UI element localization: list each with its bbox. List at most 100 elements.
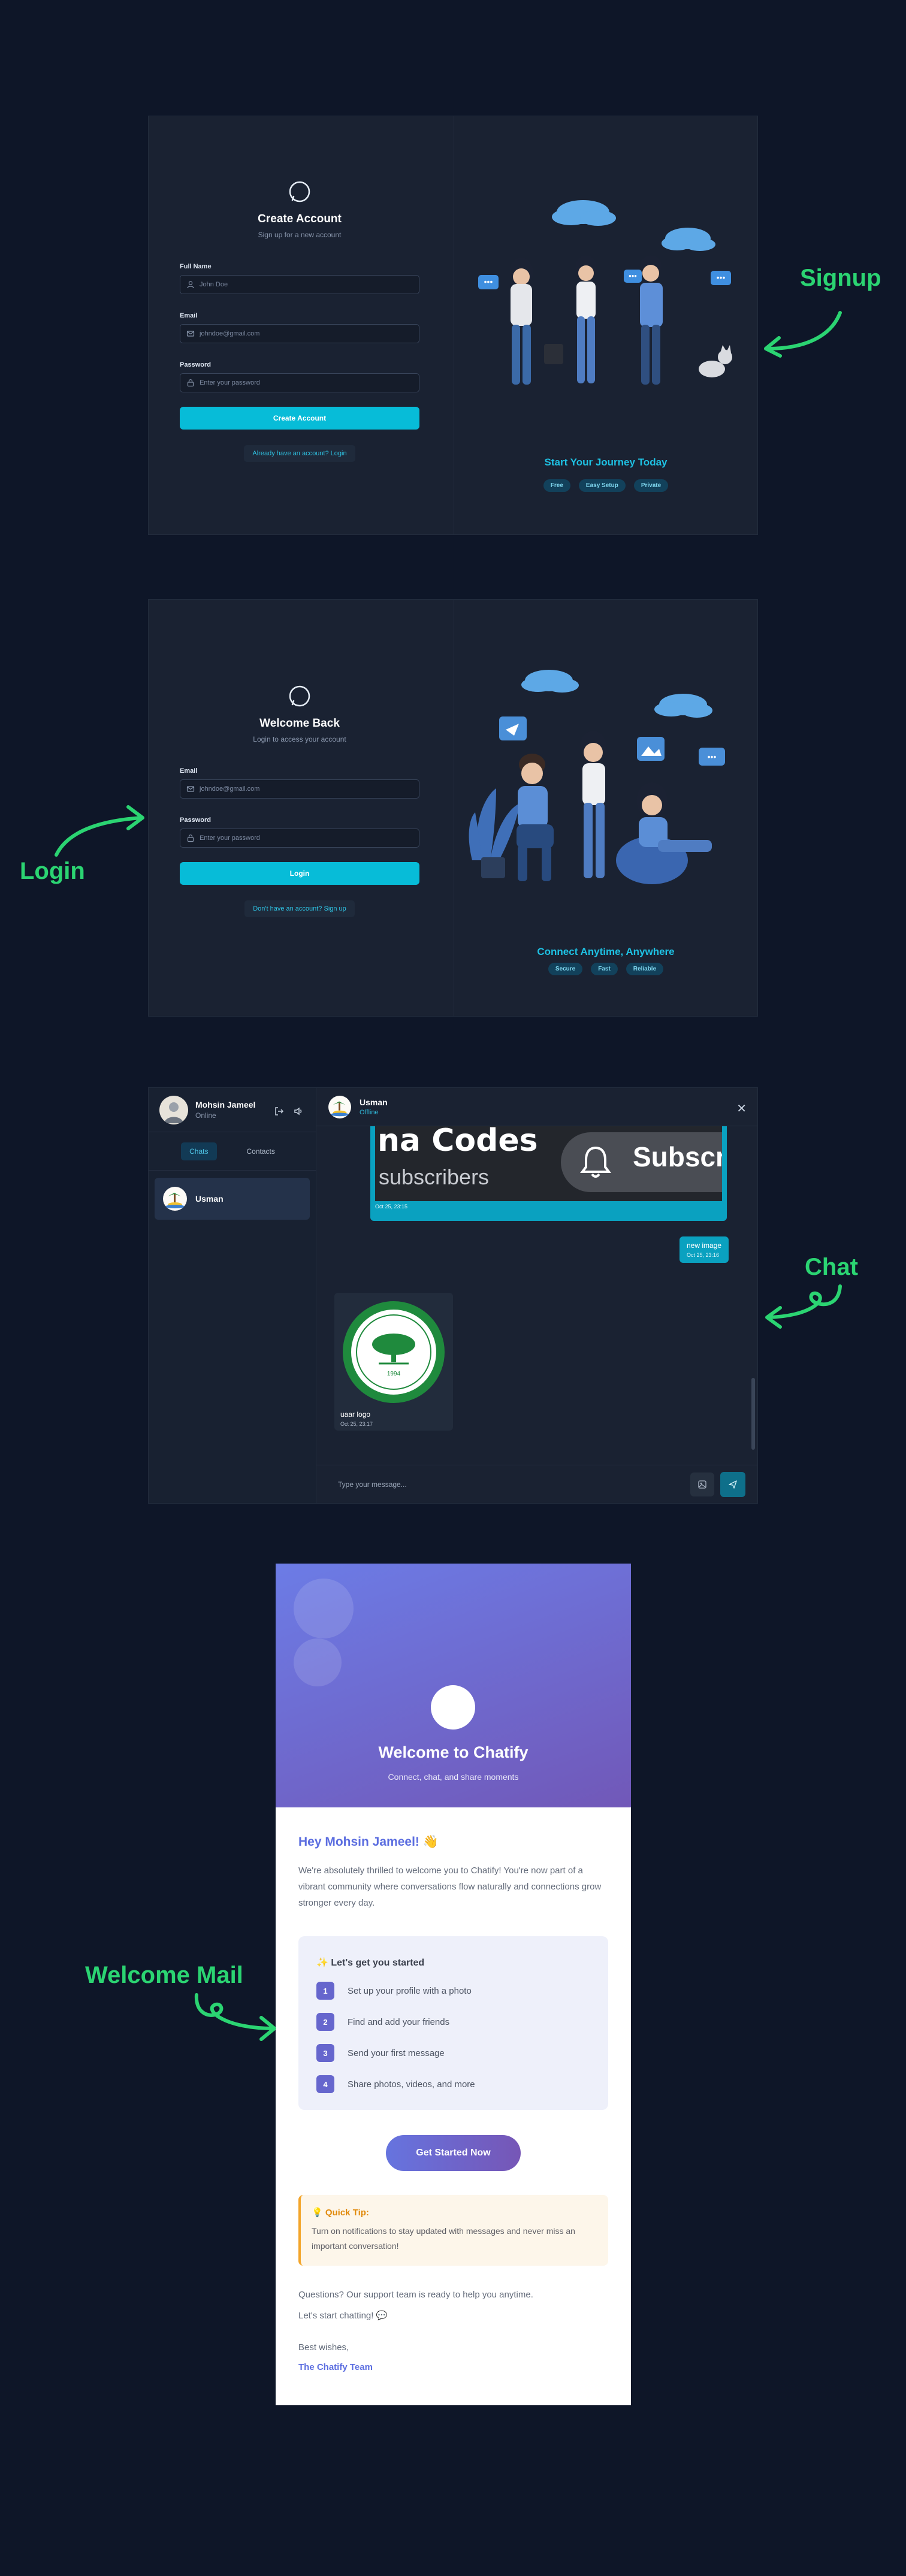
svg-text:•••: ••• — [484, 277, 493, 286]
login-link[interactable]: Already have an account? Login — [244, 445, 355, 462]
full-name-label: Full Name — [180, 263, 212, 270]
getting-started-card: ✨ Let's get you started 1 Set up your pr… — [298, 1936, 608, 2110]
welcome-email: Welcome to Chatify Connect, chat, and sh… — [276, 1564, 631, 2405]
page-subtitle: Login to access your account — [253, 735, 346, 743]
password-label: Password — [180, 361, 211, 368]
signup-form: Create Account Sign up for a new account… — [180, 179, 419, 462]
step-number: 4 — [316, 2075, 334, 2093]
message-caption: uaar logo — [340, 1410, 371, 1419]
email-field[interactable] — [180, 779, 419, 799]
email-input[interactable] — [200, 330, 419, 337]
chat-conversation: Usman Offline ✕ na Codes subscribers Sub… — [316, 1088, 757, 1503]
tab-contacts[interactable]: Contacts — [238, 1142, 283, 1160]
current-user: Mohsin Jameel Online — [149, 1088, 316, 1132]
password-field[interactable] — [180, 829, 419, 848]
scrollbar[interactable] — [751, 1378, 755, 1450]
signup-form-panel: Create Account Sign up for a new account… — [149, 116, 454, 534]
login-button[interactable]: Login — [180, 862, 419, 885]
list-item: 1 Set up your profile with a photo — [316, 1982, 590, 2000]
create-account-button[interactable]: Create Account — [180, 407, 419, 430]
bell-icon — [580, 1146, 611, 1178]
current-user-name: Mohsin Jameel — [195, 1100, 256, 1109]
message-composer — [316, 1465, 757, 1503]
password-input[interactable] — [200, 835, 419, 842]
get-started-button[interactable]: Get Started Now — [386, 2135, 521, 2171]
chat-header: Usman Offline ✕ — [316, 1088, 757, 1126]
full-name-input[interactable] — [200, 281, 419, 288]
incoming-image-message[interactable]: 1994 uaar logo Oct 25, 23:17 — [334, 1293, 453, 1431]
image-text-subscribers: subscribers — [379, 1165, 490, 1189]
signup-tagline: Start Your Journey Today — [544, 456, 668, 468]
login-tagline: Connect Anytime, Anywhere — [537, 946, 675, 957]
shared-screenshot-image: na Codes subscribers Subscri — [375, 1126, 722, 1201]
sound-icon[interactable] — [293, 1106, 304, 1117]
signup-arrow-icon — [764, 311, 842, 358]
step-number: 1 — [316, 1982, 334, 2000]
current-user-status: Online — [195, 1111, 216, 1120]
image-text-subscribe: Subscri — [633, 1141, 722, 1172]
signup-screen: Create Account Sign up for a new account… — [148, 116, 758, 535]
tip-title: 💡 Quick Tip: — [312, 2208, 369, 2218]
badge-reliable: Reliable — [626, 963, 664, 975]
login-screen: Welcome Back Login to access your accoun… — [148, 599, 758, 1017]
contact-item[interactable]: Usman — [155, 1178, 310, 1220]
step-number: 3 — [316, 2044, 334, 2062]
message-time: Oct 25, 23:17 — [340, 1421, 373, 1427]
support-text: Questions? Our support team is ready to … — [298, 2290, 533, 2300]
list-item: 2 Find and add your friends — [316, 2013, 590, 2031]
attach-image-button[interactable] — [690, 1472, 714, 1496]
sidebar-actions — [274, 1106, 304, 1117]
message-input[interactable] — [328, 1473, 684, 1495]
steps-title: ✨ Let's get you started — [316, 1958, 425, 1968]
email-field[interactable] — [180, 324, 419, 343]
password-label: Password — [180, 817, 211, 824]
lock-icon — [187, 835, 194, 842]
signoff-text: Best wishes, — [298, 2342, 349, 2353]
login-arrow-icon — [55, 805, 144, 857]
password-input[interactable] — [200, 379, 419, 386]
signup-annotation: Signup — [800, 265, 881, 291]
close-icon[interactable]: ✕ — [736, 1101, 747, 1116]
contact-name: Usman — [195, 1194, 224, 1204]
badge-free: Free — [543, 479, 570, 492]
email-label: Email — [180, 312, 198, 319]
avatar[interactable] — [159, 1095, 188, 1124]
email-intro: We're absolutely thrilled to welcome you… — [298, 1866, 602, 1908]
full-name-field[interactable] — [180, 275, 419, 294]
signup-illustration-panel: ••• ••• ••• Start Your Journey Today Fre… — [454, 116, 757, 534]
island-avatar-icon — [330, 1101, 349, 1116]
email-hero-subtitle: Connect, chat, and share moments — [388, 1772, 519, 1782]
email-hero-title: Welcome to Chatify — [378, 1743, 528, 1761]
signup-badges: Free Easy Setup Private — [454, 479, 757, 492]
decor-bubble — [294, 1579, 354, 1638]
chat-partner-status: Offline — [360, 1109, 379, 1116]
page-subtitle: Sign up for a new account — [258, 231, 342, 239]
decor-bubble — [294, 1638, 342, 1686]
badge-easy-setup: Easy Setup — [578, 479, 626, 492]
chat-tabs: Chats Contacts — [149, 1132, 316, 1171]
email-greeting: Hey Mohsin Jameel! 👋 — [298, 1835, 439, 1849]
chat-sidebar: Mohsin Jameel Online Chats Contacts Usma… — [149, 1088, 316, 1503]
outgoing-image-message[interactable]: na Codes subscribers Subscri Oct 25, 23:… — [370, 1126, 727, 1221]
image-text-channel: na Codes — [378, 1126, 538, 1159]
user-icon — [187, 281, 194, 289]
university-seal-logo: 1994 — [343, 1301, 445, 1403]
svg-text:•••: ••• — [717, 273, 726, 282]
email-input[interactable] — [200, 785, 419, 793]
people-with-phones-illustration: ••• ••• ••• — [478, 200, 732, 385]
signup-link[interactable]: Don't have an account? Sign up — [244, 900, 355, 917]
badge-fast: Fast — [591, 963, 618, 975]
badge-private: Private — [633, 479, 669, 492]
logout-icon[interactable] — [274, 1106, 285, 1117]
login-form-panel: Welcome Back Login to access your accoun… — [149, 600, 454, 1016]
password-field[interactable] — [180, 373, 419, 392]
send-button[interactable] — [720, 1471, 745, 1497]
tab-chats[interactable]: Chats — [181, 1142, 217, 1160]
logo-circle — [431, 1685, 475, 1730]
island-avatar-icon — [165, 1193, 185, 1208]
people-relaxing-illustration: ••• — [469, 670, 725, 884]
page-title: Create Account — [258, 213, 342, 225]
quick-tip-box: 💡 Quick Tip: Turn on notifications to st… — [298, 2195, 608, 2266]
outgoing-text-message[interactable]: new image Oct 25, 23:16 — [679, 1236, 729, 1263]
email-hero: Welcome to Chatify Connect, chat, and sh… — [276, 1564, 631, 1807]
